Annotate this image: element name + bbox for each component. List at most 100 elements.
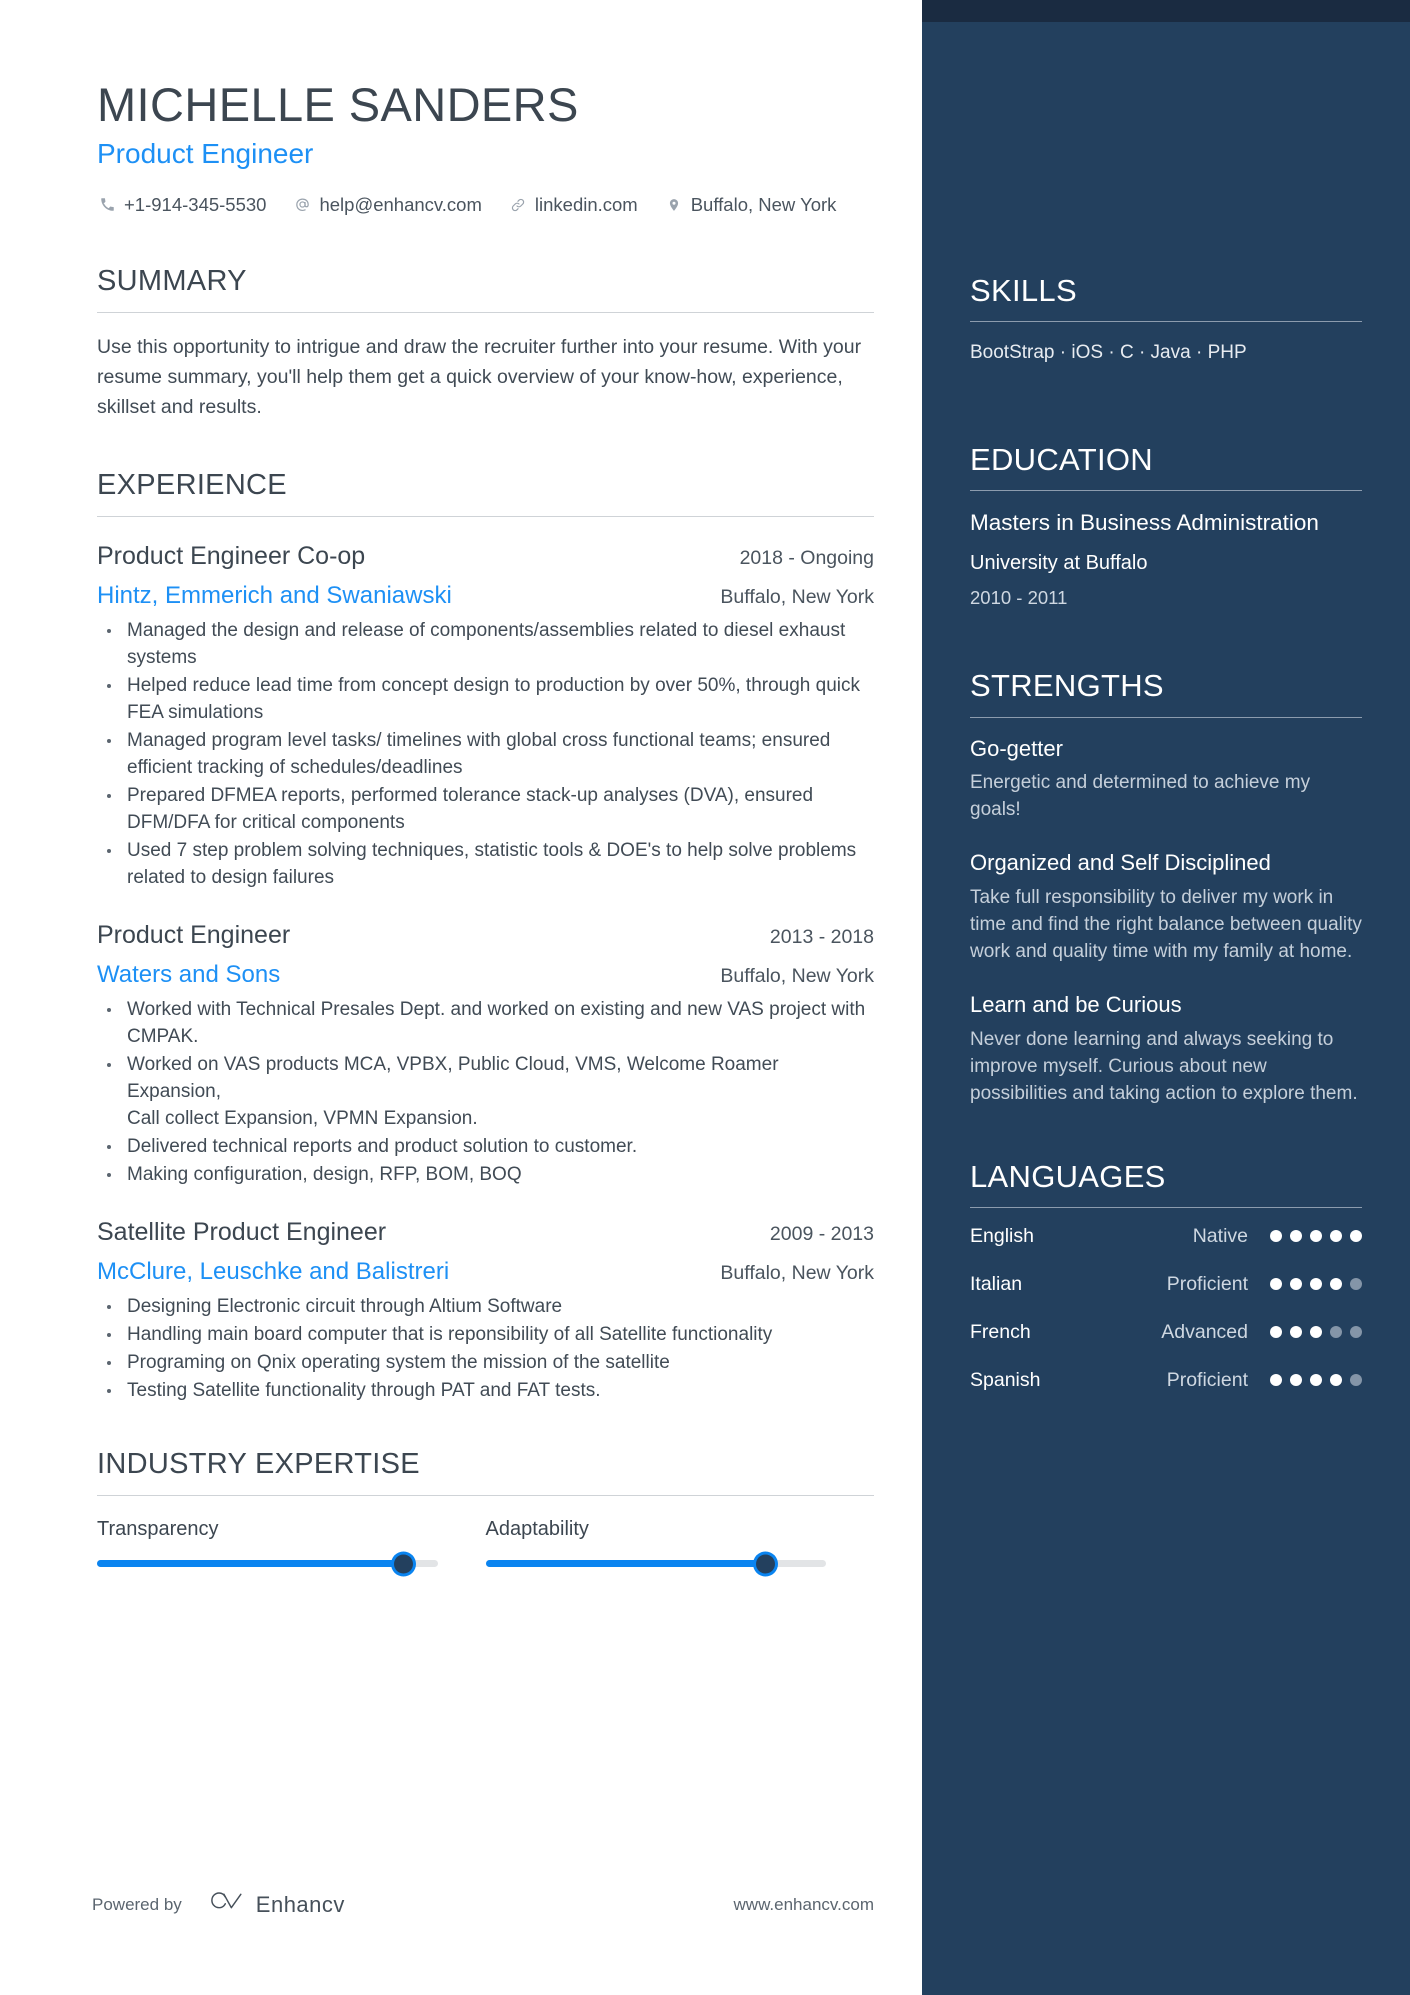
expertise-item: Adaptability — [485, 1518, 826, 1574]
experience-job-title: Product Engineer — [97, 921, 291, 950]
job-role-subtitle: Product Engineer — [97, 138, 314, 170]
rating-dot — [1290, 1230, 1302, 1243]
contact-phone[interactable]: +1-914-345-5530 — [97, 194, 266, 216]
sidebar-section-languages: LANGUAGES English Native Italian Profici… — [970, 1159, 1362, 1392]
education-entry: Masters in Business Administration Unive… — [970, 508, 1362, 610]
resume-page: SKILLS BootStrap · iOS · C · Java · PHP … — [0, 0, 1410, 1995]
language-rating-dots — [1270, 1326, 1362, 1339]
bullet-item: Testing Satellite functionality through … — [97, 1378, 874, 1405]
experience-heading: EXPERIENCE — [97, 469, 287, 502]
expertise-slider[interactable] — [485, 1554, 826, 1574]
expertise-label: Adaptability — [485, 1518, 589, 1541]
enhancv-brand-name: Enhancv — [255, 1892, 345, 1917]
experience-location: Buffalo, New York — [720, 965, 874, 988]
contact-website[interactable]: linkedin.com — [508, 194, 638, 216]
strength-title: Learn and be Curious — [970, 992, 1182, 1018]
bullet-item: Programing on Qnix operating system the … — [97, 1350, 874, 1377]
summary-heading: SUMMARY — [97, 264, 247, 297]
rating-dot — [1310, 1230, 1322, 1243]
experience-location: Buffalo, New York — [720, 1262, 874, 1285]
language-level: Native — [1192, 1224, 1248, 1247]
rating-dot — [1330, 1278, 1342, 1291]
expertise-slider[interactable] — [97, 1554, 438, 1574]
bullet-item: Managed the design and release of compon… — [97, 618, 874, 672]
sidebar-section-education: EDUCATION Masters in Business Administra… — [970, 442, 1362, 610]
language-rating-dots — [1270, 1278, 1362, 1291]
strength-description: Never done learning and always seeking t… — [970, 1029, 1358, 1105]
rating-dot — [1350, 1374, 1362, 1387]
rating-dot — [1350, 1278, 1362, 1291]
experience-item-subheader: Hintz, Emmerich and Swaniawski Buffalo, … — [97, 581, 874, 611]
strength-description: Energetic and determined to achieve my g… — [970, 772, 1311, 821]
skills-heading: SKILLS — [970, 273, 1077, 308]
language-level: Proficient — [1166, 1272, 1248, 1295]
contact-email[interactable]: help@enhancv.com — [292, 193, 482, 216]
summary-text: Use this opportunity to intrigue and dra… — [97, 335, 862, 418]
rating-dot — [1330, 1326, 1342, 1339]
language-row: Spanish Proficient — [970, 1369, 1362, 1392]
rating-dot — [1330, 1230, 1342, 1243]
contact-phone-text: +1-914-345-5530 — [124, 193, 267, 215]
strengths-heading: STRENGTHS — [970, 668, 1164, 704]
experience-bullets: Managed the design and release of compon… — [97, 618, 874, 892]
slider-knob[interactable] — [755, 1554, 775, 1574]
footer: Powered by Enhancv www.enhancv.com — [0, 1890, 922, 1920]
experience-job-dates: 2018 - Ongoing — [739, 547, 874, 570]
experience-item: Product Engineer 2013 - 2018 Waters and … — [97, 920, 874, 1189]
experience-location: Buffalo, New York — [720, 586, 874, 609]
footer-branding: Powered by Enhancv — [92, 1890, 345, 1920]
bullet-item: Handling main board computer that is rep… — [97, 1322, 874, 1349]
contact-bar: +1-914-345-5530 help@enhancv.com linkedi… — [97, 194, 874, 216]
rating-dot — [1350, 1230, 1362, 1243]
language-rating-dots — [1270, 1374, 1362, 1387]
enhancv-logo-icon — [208, 1890, 246, 1920]
skills-divider — [970, 321, 1362, 323]
rating-dot — [1270, 1374, 1282, 1387]
powered-by-label: Powered by — [92, 1895, 182, 1914]
rating-dot — [1290, 1326, 1302, 1339]
contact-website-text: linkedin.com — [534, 193, 638, 215]
rating-dot — [1350, 1326, 1362, 1339]
strength-title: Go-getter — [970, 735, 1063, 761]
bullet-item: Making configuration, design, RFP, BOM, … — [97, 1162, 874, 1189]
rating-dot — [1270, 1230, 1282, 1243]
language-row: English Native — [970, 1225, 1362, 1248]
contact-location: Buffalo, New York — [664, 193, 837, 216]
experience-company[interactable]: Hintz, Emmerich and Swaniawski — [97, 581, 452, 611]
rating-dot — [1310, 1278, 1322, 1291]
experience-company[interactable]: Waters and Sons — [97, 960, 280, 990]
contact-email-text: help@enhancv.com — [319, 193, 482, 215]
rating-dot — [1310, 1326, 1322, 1339]
bullet-item: Worked with Technical Presales Dept. and… — [97, 997, 874, 1051]
experience-job-title: Product Engineer Co-op — [97, 542, 366, 571]
rating-dot — [1290, 1278, 1302, 1291]
industry-expertise-heading: INDUSTRY EXPERTISE — [97, 1448, 420, 1481]
industry-expertise-divider — [97, 1495, 874, 1497]
slider-knob[interactable] — [394, 1554, 414, 1574]
experience-item: Satellite Product Engineer 2009 - 2013 M… — [97, 1217, 874, 1405]
main-column: MICHELLE SANDERS Product Engineer +1-914… — [0, 0, 922, 1574]
experience-bullets: Designing Electronic circuit through Alt… — [97, 1294, 874, 1405]
bullet-item: Delivered technical reports and product … — [97, 1134, 874, 1161]
section-experience: EXPERIENCE Product Engineer Co-op 2018 -… — [97, 469, 874, 1405]
experience-item-subheader: Waters and Sons Buffalo, New York — [97, 960, 874, 990]
languages-divider — [970, 1206, 1362, 1208]
summary-divider — [97, 311, 874, 313]
language-level: Proficient — [1166, 1368, 1248, 1391]
bullet-item: Prepared DFMEA reports, performed tolera… — [97, 783, 874, 837]
strength-item: Learn and be Curious Never done learning… — [970, 991, 1362, 1107]
language-name: English — [970, 1224, 1034, 1247]
strength-item: Organized and Self Disciplined Take full… — [970, 849, 1362, 965]
strength-title: Organized and Self Disciplined — [970, 850, 1271, 876]
at-sign-icon — [292, 196, 312, 213]
expertise-item: Transparency — [97, 1518, 438, 1574]
language-level: Advanced — [1161, 1320, 1248, 1343]
education-degree: Masters in Business Administration — [970, 509, 1319, 535]
experience-item-header: Satellite Product Engineer 2009 - 2013 — [97, 1217, 874, 1248]
education-school: University at Buffalo — [970, 552, 1148, 575]
contact-location-text: Buffalo, New York — [690, 193, 837, 215]
industry-expertise-grid: Transparency Adaptability — [97, 1518, 874, 1574]
education-divider — [970, 489, 1362, 491]
rating-dot — [1270, 1278, 1282, 1291]
experience-company[interactable]: McClure, Leuschke and Balistreri — [97, 1257, 449, 1287]
